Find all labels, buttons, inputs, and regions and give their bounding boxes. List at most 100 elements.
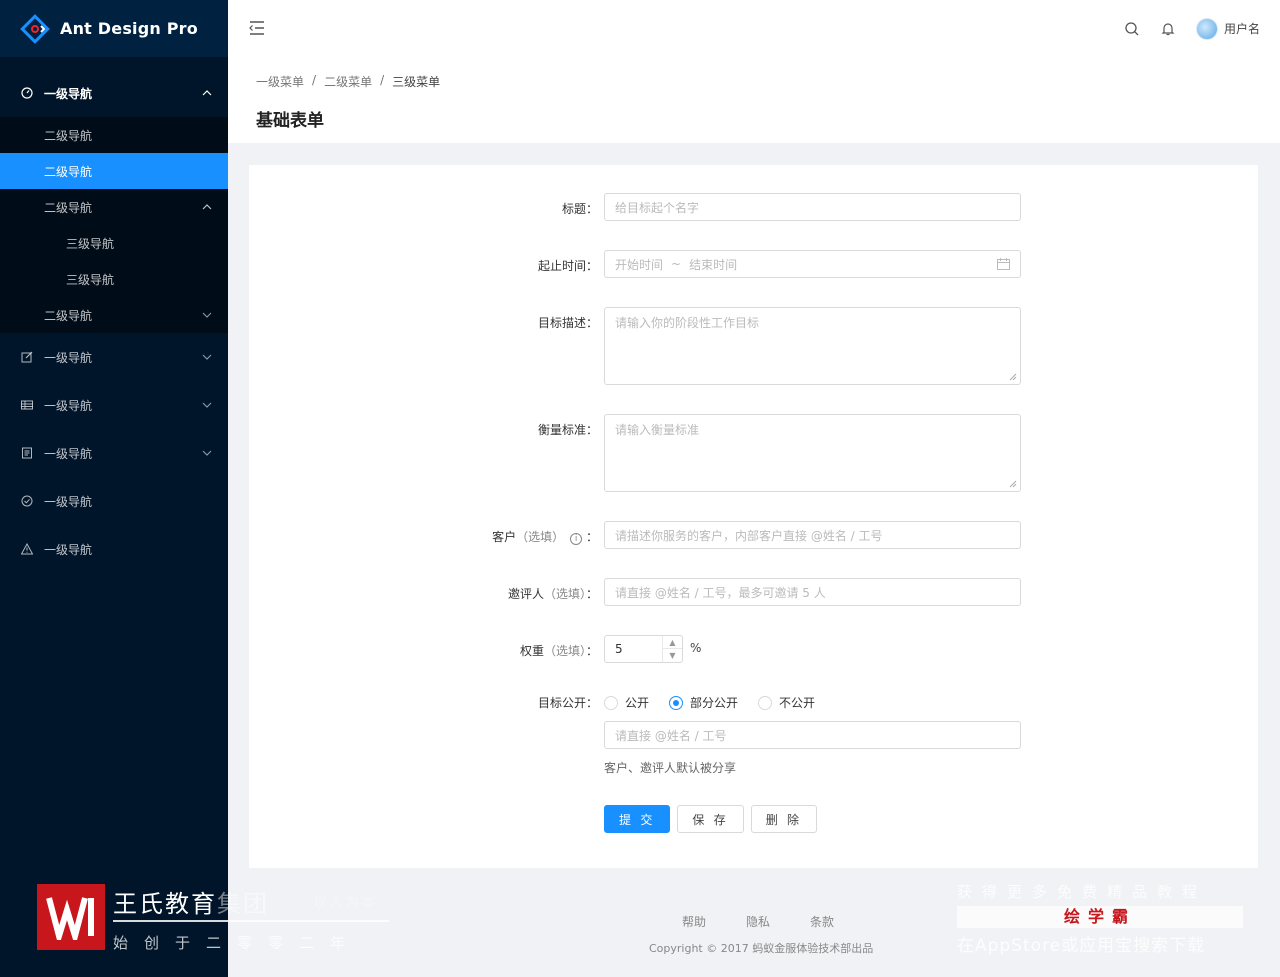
watermark-brand: 绘学霸 [957, 906, 1243, 928]
public-target-placeholder: 请直接 @姓名 / 工号 [615, 728, 727, 743]
increment-icon[interactable]: ▲ [663, 636, 682, 649]
table-icon [20, 398, 34, 412]
weight-unit: % [690, 641, 702, 655]
sidebar-item-label: 二级导航 [44, 128, 93, 143]
header-actions: 用户名 [1124, 0, 1260, 57]
sidebar-item-label: 二级导航 [44, 164, 93, 179]
invites-placeholder: 请直接 @姓名 / 工号，最多可邀请 5 人 [615, 585, 826, 600]
breadcrumb-separator: / [312, 73, 317, 87]
sidebar-item-dashboard[interactable]: 一级导航 [0, 69, 228, 117]
decrement-icon[interactable]: ▼ [663, 649, 682, 662]
chevron-down-icon [202, 354, 212, 360]
standard-textarea[interactable]: 请输入衡量标准 [604, 414, 1021, 492]
invites-label: 邀评人（选填）： [507, 587, 598, 601]
sidebar-menu: 一级导航 二级导航 二级导航 二级导航 三级导航 三级导航 二级导航 一级导航 … [0, 57, 228, 573]
public-label: 目标公开： [537, 696, 598, 710]
breadcrumb-item-current: 三级菜单 [392, 75, 441, 89]
sidebar-level3-item[interactable]: 三级导航 [0, 225, 228, 261]
weight-label: 权重（选填）： [519, 644, 598, 658]
sidebar: Ant Design Pro 一级导航 二级导航 二级导航 二级导航 三级导航 [0, 0, 228, 977]
avatar [1195, 17, 1218, 40]
radio-partial-public[interactable]: 部分公开 [669, 694, 738, 711]
check-circle-icon [20, 494, 34, 508]
radio-label: 公开 [625, 696, 650, 710]
date-range-picker[interactable]: 开始时间 ~ 结束时间 [604, 250, 1021, 278]
sidebar-subitem-expandable[interactable]: 二级导航 [0, 189, 228, 225]
top-header: 用户名 [228, 0, 1280, 57]
public-target-input[interactable]: 请直接 @姓名 / 工号 [604, 721, 1021, 749]
sidebar-item-label: 二级导航 [44, 200, 93, 215]
copyright: Copyright © 2017 蚂蚁金服体验技术部出品 [649, 942, 874, 955]
resize-handle-icon[interactable] [1009, 373, 1017, 381]
submenu: 二级导航 二级导航 二级导航 三级导航 三级导航 二级导航 [0, 117, 228, 333]
sidebar-item-label: 一级导航 [44, 398, 93, 413]
title-placeholder: 给目标起个名字 [615, 200, 700, 215]
client-input[interactable]: 请描述你服务的客户，内部客户直接 @姓名 / 工号 [604, 521, 1021, 549]
user-menu[interactable]: 用户名 [1195, 17, 1260, 40]
watermark-tagline: 以人为本 [313, 895, 377, 911]
weight-stepper[interactable]: 5 ▲ ▼ [604, 635, 683, 663]
watermark-line3: 在AppStore或应用宝搜索下载 [957, 936, 1206, 956]
search-icon[interactable] [1124, 21, 1140, 37]
weight-value: 5 [615, 642, 623, 656]
start-date-placeholder: 开始时间 [615, 257, 664, 272]
public-radio-group: 公开 部分公开 不公开 [604, 694, 815, 711]
sidebar-item-label: 一级导航 [44, 542, 93, 557]
sidebar-subitem[interactable]: 二级导航 [0, 117, 228, 153]
sidebar-item-result[interactable]: 一级导航 [0, 477, 228, 525]
sidebar-level3-item[interactable]: 三级导航 [0, 261, 228, 297]
form-actions: 提 交 保 存 删 除 [604, 805, 818, 833]
invites-input[interactable]: 请直接 @姓名 / 工号，最多可邀请 5 人 [604, 578, 1021, 606]
footer-link-terms[interactable]: 条款 [810, 913, 834, 930]
title-input[interactable]: 给目标起个名字 [604, 193, 1021, 221]
dashboard-icon [20, 86, 34, 100]
info-circle-icon[interactable]: i [570, 533, 583, 545]
sidebar-subitem-collapsed[interactable]: 二级导航 [0, 297, 228, 333]
menu-fold-icon[interactable] [248, 19, 266, 37]
submit-button[interactable]: 提 交 [604, 805, 671, 833]
radio-circle [604, 695, 618, 710]
sidebar-item-profile[interactable]: 一级导航 [0, 429, 228, 477]
resize-handle-icon[interactable] [1009, 480, 1017, 488]
goal-textarea[interactable]: 请输入你的阶段性工作目标 [604, 307, 1021, 385]
watermark-huixueba: 获得更多免费精品教程 绘学霸 在AppStore或应用宝搜索下载 [957, 881, 1247, 956]
watermark-line1: 获得更多免费精品教程 [957, 883, 1208, 901]
share-hint: 客户、邀评人默认被分享 [604, 761, 737, 775]
footer-link-help[interactable]: 帮助 [682, 913, 706, 930]
watermark-name: 王氏教育集团 [113, 890, 269, 918]
radio-public[interactable]: 公开 [604, 694, 649, 711]
logo[interactable]: Ant Design Pro [0, 0, 228, 57]
logo-text: Ant Design Pro [60, 19, 198, 38]
sidebar-item-label: 一级导航 [44, 494, 93, 509]
date-separator: ~ [671, 257, 682, 271]
goal-label: 目标描述： [537, 316, 598, 330]
sidebar-item-label: 二级导航 [44, 308, 93, 323]
breadcrumb-item[interactable]: 一级菜单 [256, 73, 304, 90]
stepper-arrows: ▲ ▼ [662, 636, 682, 662]
sidebar-item-label: 一级导航 [44, 86, 93, 101]
radio-circle [758, 695, 773, 710]
sidebar-item-label: 三级导航 [66, 236, 115, 251]
sidebar-item-list[interactable]: 一级导航 [0, 381, 228, 429]
sidebar-item-form[interactable]: 一级导航 [0, 333, 228, 381]
sidebar-subitem-active[interactable]: 二级导航 [0, 153, 228, 189]
footer-link-privacy[interactable]: 隐私 [746, 913, 770, 930]
ant-design-logo-icon [20, 13, 50, 44]
bell-icon[interactable] [1160, 21, 1176, 37]
standard-label: 衡量标准： [537, 423, 598, 437]
chevron-up-icon [202, 204, 212, 210]
sidebar-item-exception[interactable]: 一级导航 [0, 525, 228, 573]
breadcrumb-item[interactable]: 二级菜单 [324, 73, 372, 90]
sidebar-item-label: 一级导航 [44, 350, 93, 365]
save-button[interactable]: 保 存 [677, 805, 744, 833]
client-label: 客户（选填） i ： [492, 530, 598, 545]
chevron-up-icon [202, 90, 212, 96]
calendar-icon [997, 258, 1010, 273]
edit-icon [20, 350, 34, 364]
sidebar-item-label: 一级导航 [44, 446, 93, 461]
page-header: 一级菜单 / 二级菜单 / 三级菜单 基础表单 [228, 57, 1280, 143]
breadcrumb: 一级菜单 / 二级菜单 / 三级菜单 [256, 73, 440, 90]
delete-button[interactable]: 删 除 [750, 805, 818, 833]
radio-private[interactable]: 不公开 [758, 694, 815, 711]
radio-circle-checked [669, 695, 684, 710]
